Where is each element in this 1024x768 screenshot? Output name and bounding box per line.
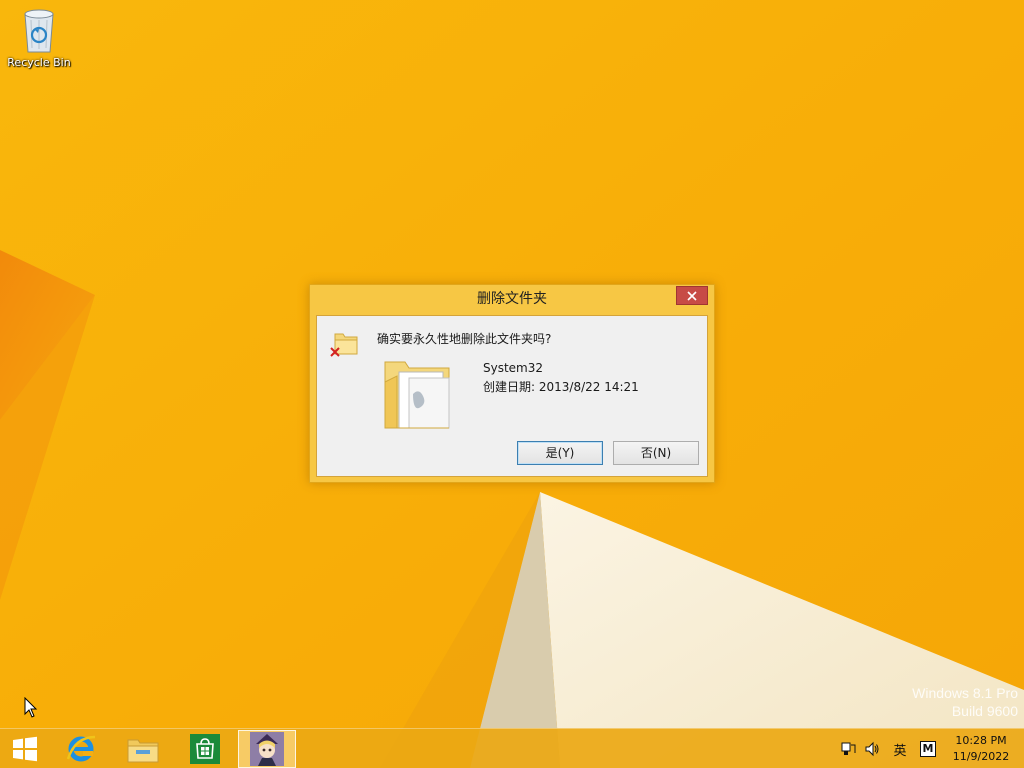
item-date: 创建日期: 2013/8/22 14:21 xyxy=(483,380,639,394)
store-button[interactable] xyxy=(176,729,234,768)
app-thumbnail-icon xyxy=(250,732,284,766)
volume-tray-button[interactable] xyxy=(862,729,882,768)
desktop-icon-recycle-bin[interactable]: Recycle Bin xyxy=(6,6,72,76)
folder-icon xyxy=(384,361,450,429)
yes-button[interactable]: 是(Y) xyxy=(517,441,603,465)
file-explorer-icon xyxy=(127,739,159,763)
ime-mode-label: M xyxy=(920,741,936,757)
store-icon xyxy=(190,734,220,764)
clock-date: 11/9/2022 xyxy=(952,750,1010,763)
windows-watermark: Windows 8.1 Pro Build 9600 xyxy=(912,684,1018,720)
network-tray-button[interactable] xyxy=(838,729,858,768)
ime-mode-button[interactable]: M xyxy=(918,729,938,768)
item-name: System32 xyxy=(483,361,544,375)
taskbar: 英 M 10:28 PM 11/9/2022 xyxy=(0,728,1024,768)
mouse-cursor-icon xyxy=(24,697,38,718)
input-language-button[interactable]: 英 xyxy=(889,729,911,768)
close-icon xyxy=(687,290,697,301)
windows-logo-icon xyxy=(13,736,37,762)
internet-explorer-button[interactable] xyxy=(52,729,110,768)
file-explorer-button[interactable] xyxy=(114,729,172,768)
clock-time: 10:28 PM xyxy=(955,734,1007,747)
watermark-edition: Windows 8.1 Pro xyxy=(912,685,1018,701)
dialog-question: 确实要永久性地删除此文件夹吗? xyxy=(377,332,552,346)
close-button[interactable] xyxy=(676,286,708,305)
folder-delete-icon xyxy=(330,333,358,357)
dialog-title[interactable]: 删除文件夹 xyxy=(310,285,714,313)
active-app-button[interactable] xyxy=(238,730,296,768)
no-button[interactable]: 否(N) xyxy=(613,441,699,465)
delete-folder-dialog: 删除文件夹 确实要永久性地删除此文件夹吗? System32 创建日期: 201… xyxy=(309,284,715,483)
desktop-icon-label: Recycle Bin xyxy=(7,56,71,69)
recycle-bin-icon xyxy=(24,9,54,53)
internet-explorer-icon xyxy=(66,735,96,762)
dialog-body: 确实要永久性地删除此文件夹吗? System32 创建日期: 2013/8/22… xyxy=(316,315,708,477)
clock[interactable]: 10:28 PM 11/9/2022 xyxy=(946,733,1016,765)
volume-icon xyxy=(865,741,879,757)
watermark-build: Build 9600 xyxy=(951,703,1018,719)
start-button[interactable] xyxy=(0,729,50,768)
network-icon xyxy=(841,742,856,755)
